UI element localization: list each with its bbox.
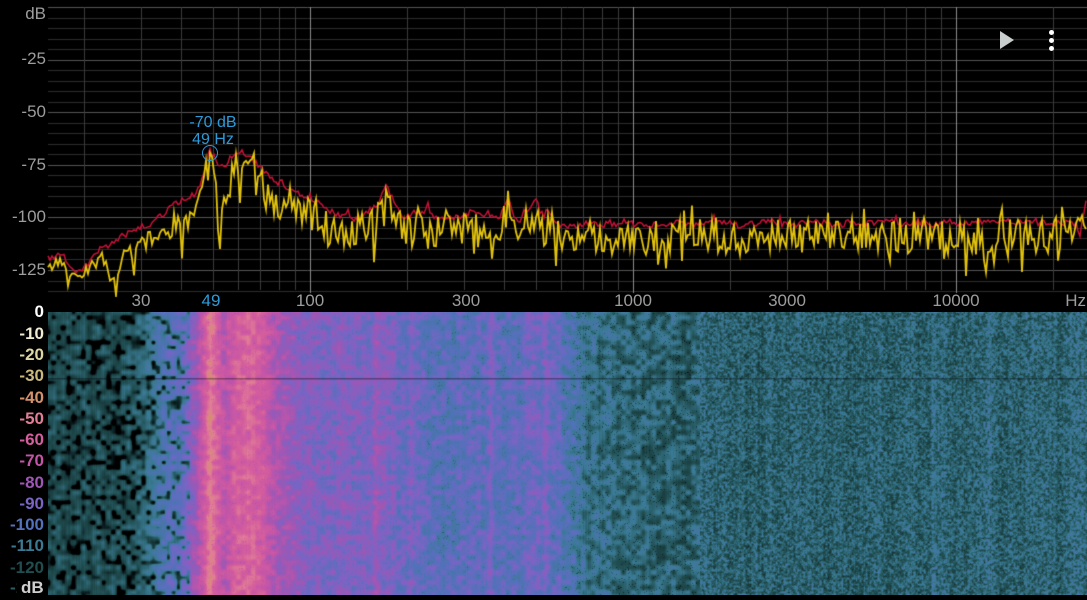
spectrogram-scale-label: 0 xyxy=(34,302,44,321)
spectrogram-scale-label: -90 xyxy=(19,494,44,513)
y-axis-tick: -125 xyxy=(11,260,46,279)
three-dot-menu-icon xyxy=(1049,30,1054,35)
x-axis-tick: 300 xyxy=(451,291,481,310)
cursor-db-value: -70 dB xyxy=(189,114,237,131)
y-axis-tick: -100 xyxy=(11,207,46,226)
spectrogram-scale-label: -60 xyxy=(19,430,44,449)
three-dot-menu-icon xyxy=(1049,38,1054,43)
spectrogram-scale-label: -40 xyxy=(19,388,44,407)
x-axis-unit-label: Hz xyxy=(1065,291,1086,310)
three-dot-menu-icon xyxy=(1049,46,1054,51)
y-axis-tick: -25 xyxy=(21,49,46,68)
spectroid-screen: dB -25 -50 -75 -100 -125 30 49 100 300 1… xyxy=(0,0,1087,600)
play-button[interactable] xyxy=(988,20,1028,60)
y-axis-tick: -50 xyxy=(21,102,46,121)
y-axis-tick: -75 xyxy=(21,155,46,174)
spectrogram-scale-label: -80 xyxy=(19,473,44,492)
spectrogram-scale-label: -10 xyxy=(19,324,44,343)
spectrogram-scale-label: -70 xyxy=(19,451,44,470)
x-axis-tick: 10000 xyxy=(932,291,980,310)
spectrogram-scale-label: -100 xyxy=(9,515,44,534)
spectrogram-scale-label: -50 xyxy=(19,409,44,428)
cursor-readout: -70 dB 49 Hz xyxy=(189,114,236,148)
spectrogram-scale-label: -30 xyxy=(19,366,44,385)
spectrogram-scale-label: -20 xyxy=(19,345,44,364)
x-axis-tick: 100 xyxy=(295,291,325,310)
spectrogram-display xyxy=(48,312,1087,595)
cursor-frequency-tick: 49 xyxy=(201,291,221,310)
spectrum-plot[interactable] xyxy=(0,0,1087,310)
x-axis-tick: 3000 xyxy=(768,291,806,310)
y-axis-unit-label: dB xyxy=(25,4,46,23)
spectrogram-unit-label: dB xyxy=(17,578,48,598)
play-icon xyxy=(1000,31,1014,49)
x-axis-tick: 1000 xyxy=(614,291,652,310)
x-axis-tick: 30 xyxy=(131,291,151,310)
cursor-peak-marker xyxy=(202,145,218,161)
overflow-menu-button[interactable] xyxy=(1032,20,1072,60)
spectrogram-scale-label: -120 xyxy=(9,558,44,577)
spectrogram-scale-label: -110 xyxy=(10,536,44,555)
